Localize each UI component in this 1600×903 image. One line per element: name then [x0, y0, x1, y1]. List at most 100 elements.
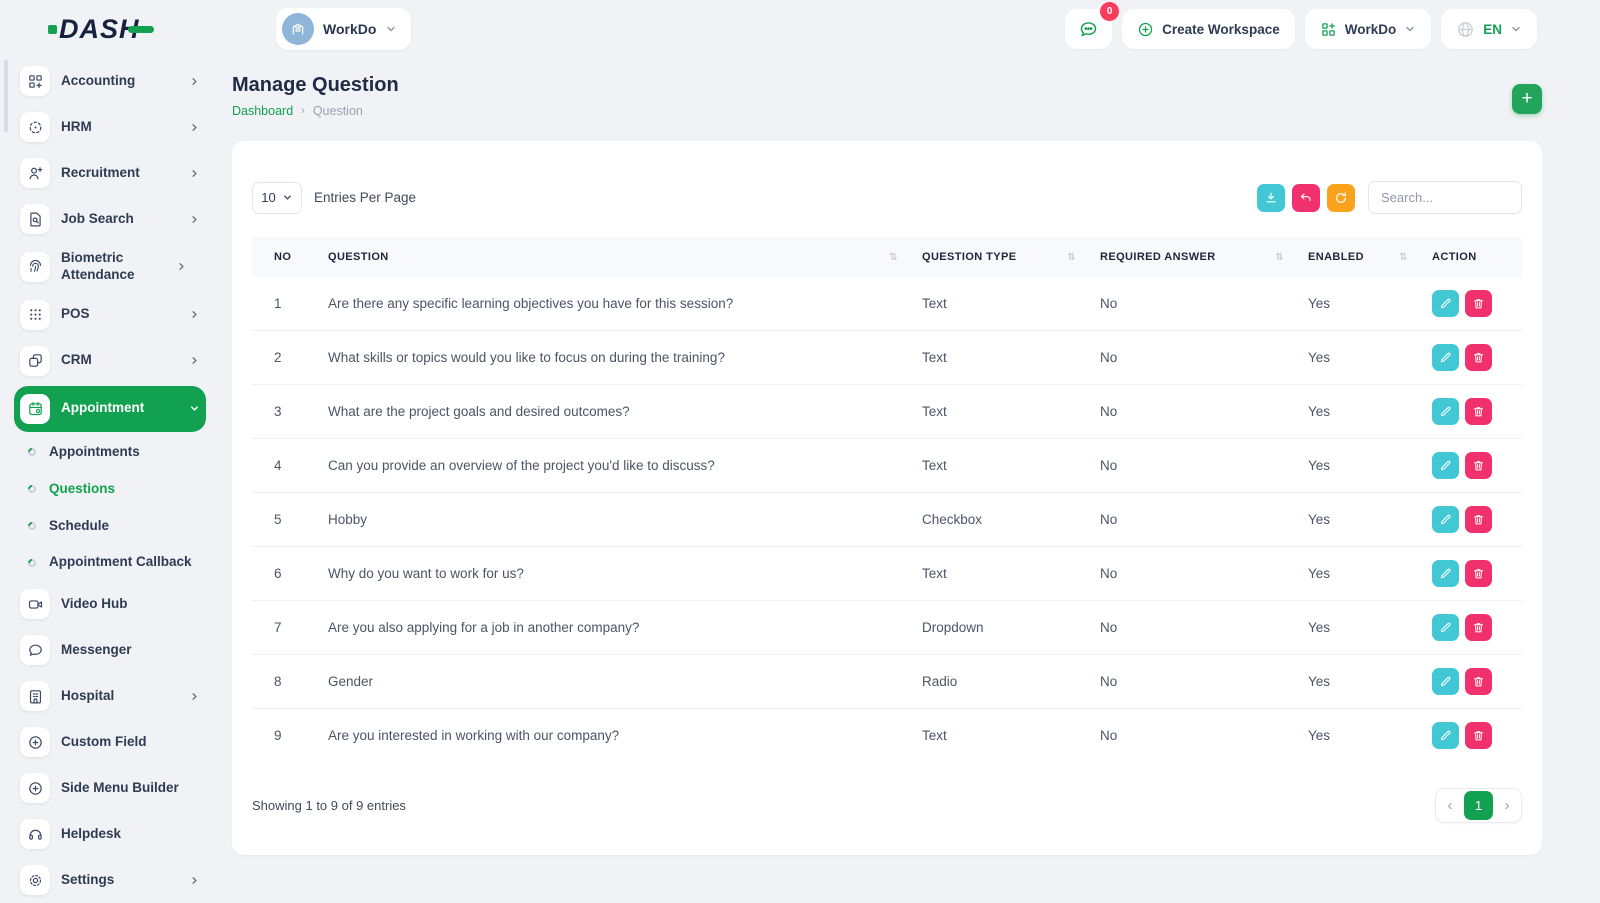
- edit-button[interactable]: [1432, 614, 1459, 641]
- chevron-right-icon: [189, 76, 200, 87]
- trash-icon: [1472, 513, 1485, 526]
- edit-button[interactable]: [1432, 668, 1459, 695]
- sidebar-item-video-hub[interactable]: Video Hub: [14, 581, 206, 627]
- cell-enabled: Yes: [1296, 439, 1420, 493]
- sidebar-item-hrm[interactable]: HRM: [14, 104, 206, 150]
- sidebar-item-side-menu-builder[interactable]: Side Menu Builder: [14, 765, 206, 811]
- reset-button[interactable]: [1292, 184, 1320, 212]
- cell-required-answer: No: [1088, 439, 1296, 493]
- sidebar-scrollbar[interactable]: [4, 60, 8, 132]
- page-title: Manage Question: [232, 74, 399, 97]
- sidebar-subitem-schedule[interactable]: Schedule: [14, 508, 206, 545]
- cell-question-type: Text: [910, 331, 1088, 385]
- sidebar-item-job-search[interactable]: Job Search: [14, 196, 206, 242]
- delete-button[interactable]: [1465, 290, 1492, 317]
- trash-icon: [1472, 675, 1485, 688]
- pencil-icon: [1439, 567, 1452, 580]
- delete-button[interactable]: [1465, 398, 1492, 425]
- language-code: EN: [1483, 22, 1502, 37]
- cell-required-answer: No: [1088, 655, 1296, 709]
- sidebar-item-custom-field[interactable]: Custom Field: [14, 719, 206, 765]
- sidebar-item-helpdesk[interactable]: Helpdesk: [14, 811, 206, 857]
- trash-icon: [1472, 459, 1485, 472]
- pencil-icon: [1439, 513, 1452, 526]
- edit-button[interactable]: [1432, 290, 1459, 317]
- sidebar-item-appointment[interactable]: Appointment: [14, 386, 206, 432]
- table-footer: Showing 1 to 9 of 9 entries ‹ 1 ›: [252, 788, 1522, 823]
- headset-icon: [20, 819, 50, 849]
- sidebar-subitem-appointment-callback[interactable]: Appointment Callback: [14, 544, 206, 581]
- delete-button[interactable]: [1465, 560, 1492, 587]
- column-header-no: NO: [252, 237, 316, 277]
- add-question-button[interactable]: +: [1512, 84, 1542, 114]
- cell-question: Are there any specific learning objectiv…: [316, 277, 910, 331]
- sidebar-item-recruitment[interactable]: Recruitment: [14, 150, 206, 196]
- app-logo[interactable]: DASH: [48, 14, 198, 45]
- pencil-icon: [1439, 351, 1452, 364]
- refresh-button[interactable]: [1327, 184, 1355, 212]
- delete-button[interactable]: [1465, 614, 1492, 641]
- cell-required-answer: No: [1088, 547, 1296, 601]
- search-input[interactable]: [1368, 181, 1522, 214]
- sidebar-item-settings[interactable]: Settings: [14, 857, 206, 903]
- pagination-next-button[interactable]: ›: [1495, 792, 1519, 820]
- language-selector[interactable]: EN: [1441, 9, 1537, 49]
- cell-question-type: Text: [910, 439, 1088, 493]
- edit-button[interactable]: [1432, 560, 1459, 587]
- pagination-prev-button[interactable]: ‹: [1438, 792, 1462, 820]
- export-button[interactable]: [1257, 184, 1285, 212]
- chevron-right-icon: [189, 875, 200, 886]
- delete-button[interactable]: [1465, 344, 1492, 371]
- sidebar-subitem-appointments[interactable]: Appointments: [14, 434, 206, 471]
- cell-enabled: Yes: [1296, 601, 1420, 655]
- edit-button[interactable]: [1432, 722, 1459, 749]
- building-icon: [290, 21, 306, 37]
- edit-button[interactable]: [1432, 452, 1459, 479]
- cell-question: Why do you want to work for us?: [316, 547, 910, 601]
- pencil-icon: [1439, 297, 1452, 310]
- delete-button[interactable]: [1465, 452, 1492, 479]
- delete-button[interactable]: [1465, 506, 1492, 533]
- workspace-selector[interactable]: WorkDo: [276, 8, 411, 50]
- sidebar-item-crm[interactable]: CRM: [14, 338, 206, 384]
- sidebar-item-accounting[interactable]: Accounting: [14, 58, 206, 104]
- sidebar-item-messenger[interactable]: Messenger: [14, 627, 206, 673]
- cell-question-type: Text: [910, 277, 1088, 331]
- questions-card: 10 Entries Per Page NO: [232, 141, 1542, 855]
- cell-action: [1420, 655, 1522, 709]
- sort-icon[interactable]: ⇅: [1267, 252, 1284, 263]
- chevron-down-icon: [1510, 23, 1522, 35]
- messages-button[interactable]: 0: [1065, 9, 1112, 49]
- sort-icon[interactable]: ⇅: [881, 252, 898, 263]
- edit-button[interactable]: [1432, 398, 1459, 425]
- cell-question: Can you provide an overview of the proje…: [316, 439, 910, 493]
- trash-icon: [1472, 729, 1485, 742]
- cell-required-answer: No: [1088, 493, 1296, 547]
- column-header-question-type: QUESTION TYPE⇅: [910, 237, 1088, 277]
- breadcrumb-dashboard-link[interactable]: Dashboard: [232, 104, 293, 118]
- entries-per-page-select[interactable]: 10: [252, 182, 302, 214]
- workdo-apps-dropdown[interactable]: WorkDo: [1305, 9, 1432, 49]
- cell-question-type: Text: [910, 709, 1088, 763]
- create-workspace-button[interactable]: Create Workspace: [1122, 9, 1295, 49]
- table-row: 3 What are the project goals and desired…: [252, 385, 1522, 439]
- sidebar-item-hospital[interactable]: Hospital: [14, 673, 206, 719]
- sidebar-item-biometric-attendance[interactable]: Biometric Attendance: [14, 242, 206, 292]
- sort-icon[interactable]: ⇅: [1059, 252, 1076, 263]
- edit-button[interactable]: [1432, 506, 1459, 533]
- cell-question-type: Text: [910, 547, 1088, 601]
- sidebar-item-pos[interactable]: POS: [14, 292, 206, 338]
- job-search-icon: [20, 204, 50, 234]
- sort-icon[interactable]: ⇅: [1391, 252, 1408, 263]
- pagination-page-1[interactable]: 1: [1464, 791, 1493, 820]
- cell-no: 6: [252, 547, 316, 601]
- refresh-icon: [1334, 191, 1348, 205]
- cell-no: 5: [252, 493, 316, 547]
- messenger-icon: [20, 635, 50, 665]
- sidebar-subitem-questions[interactable]: Questions: [14, 471, 206, 508]
- delete-button[interactable]: [1465, 722, 1492, 749]
- table-row: 7 Are you also applying for a job in ano…: [252, 601, 1522, 655]
- edit-button[interactable]: [1432, 344, 1459, 371]
- delete-button[interactable]: [1465, 668, 1492, 695]
- chevron-right-icon: [189, 309, 200, 320]
